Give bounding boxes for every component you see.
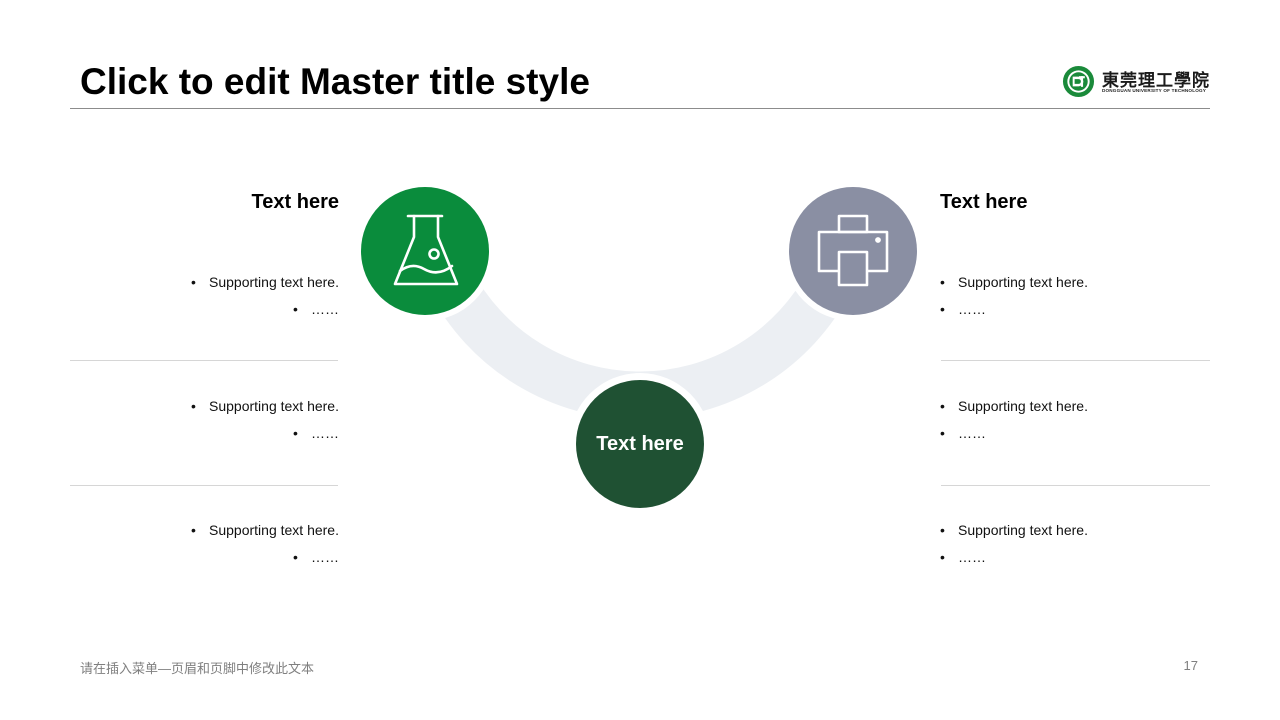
list-item: • Supporting text here.: [940, 522, 1088, 538]
list-item: • Supporting text here.: [191, 522, 339, 538]
list-item: •……: [940, 301, 986, 317]
left-heading[interactable]: Text here: [252, 190, 339, 214]
list-item: •……: [293, 425, 339, 441]
right-divider-1: [941, 360, 1210, 361]
right-bullet-group-3[interactable]: • Supporting text here. •……: [940, 521, 1230, 575]
list-item: •……: [293, 301, 339, 317]
left-divider-1: [70, 360, 338, 361]
center-circle-label: Text here: [596, 432, 684, 455]
list-item: • Supporting text here.: [940, 398, 1088, 414]
right-heading[interactable]: Text here: [940, 190, 1027, 214]
list-item: •……: [940, 425, 986, 441]
right-divider-2: [941, 485, 1210, 486]
left-circle[interactable]: [361, 187, 489, 315]
list-item: •……: [940, 549, 986, 565]
list-item: • Supporting text here.: [191, 274, 339, 290]
left-bullet-group-3[interactable]: • Supporting text here. •……: [49, 521, 339, 575]
right-bullet-group-1[interactable]: • Supporting text here. •……: [940, 273, 1230, 327]
footer-text[interactable]: 请在插入菜单—页眉和页脚中修改此文本: [80, 658, 314, 677]
list-item: • Supporting text here.: [191, 398, 339, 414]
left-bullet-group-2[interactable]: • Supporting text here. •……: [49, 397, 339, 451]
left-bullet-group-1[interactable]: • Supporting text here. •……: [49, 273, 339, 327]
list-item: • Supporting text here.: [940, 274, 1088, 290]
list-item: •……: [293, 549, 339, 565]
right-bullet-group-2[interactable]: • Supporting text here. •……: [940, 397, 1230, 451]
page-number: 17: [1183, 658, 1198, 673]
left-divider-2: [70, 485, 338, 486]
